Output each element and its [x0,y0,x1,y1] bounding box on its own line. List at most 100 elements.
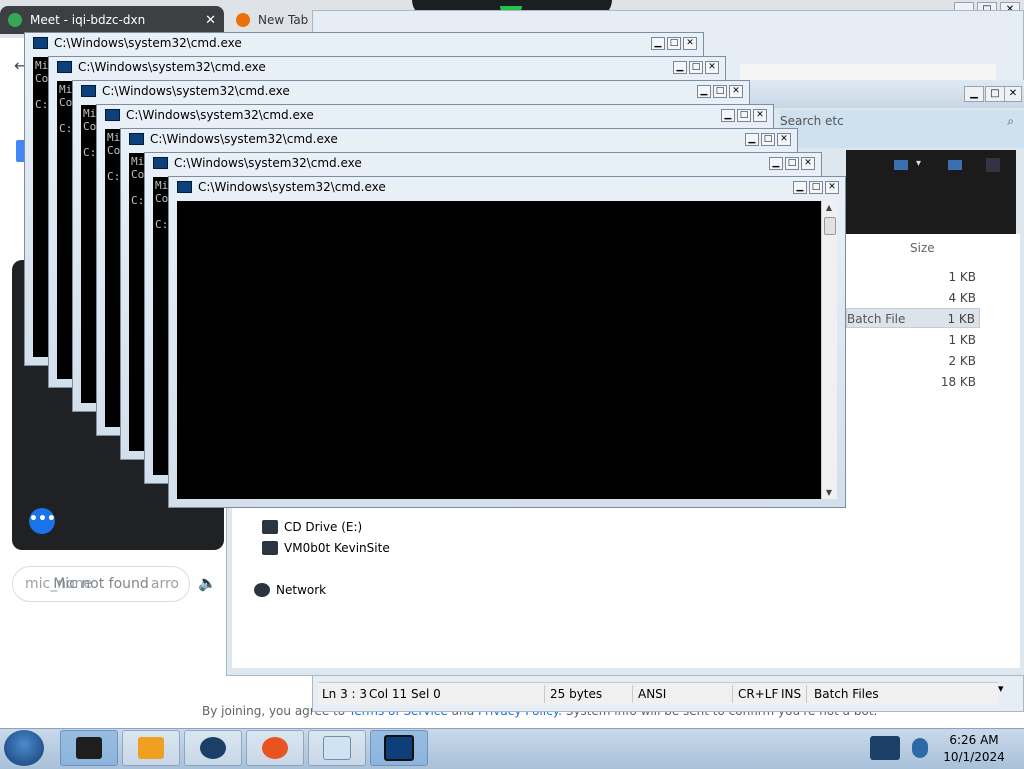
close-button[interactable]: ✕ [825,181,839,194]
search-icon[interactable]: ⌕ [1007,114,1014,129]
close-button[interactable]: ✕ [705,61,719,74]
tab-new-tab[interactable]: New Tab [228,6,318,34]
explorer-toolbar: ▾ [846,150,1016,234]
cmd-titlebar[interactable]: C:\Windows\system32\cmd.exe [33,36,242,50]
maximize-button[interactable]: □ [785,157,799,170]
cmd-icon [57,61,72,73]
minimize-button[interactable]: ▁ [721,109,735,122]
tab-meet[interactable]: Meet - iqi-bdzc-dxn ✕ [0,6,224,34]
taskbar-clock[interactable]: 6:26 AM 10/1/2024 [942,732,1006,766]
file-row[interactable]: 2 KB [846,351,980,371]
more-options-button[interactable]: ••• [29,508,56,534]
taskbar-app-browser[interactable] [184,730,242,766]
close-button[interactable]: ✕ [729,85,743,98]
minimize-button[interactable]: ▁ [651,37,665,50]
cd-drive-icon [262,520,278,534]
cmd-icon [105,109,120,121]
network-drive-icon [262,541,278,555]
cmd-icon [153,157,168,169]
console-output[interactable] [177,201,821,499]
clock-time: 6:26 AM [949,733,999,747]
cmd-title: C:\Windows\system32\cmd.exe [174,156,362,170]
scroll-down-icon[interactable]: ▾ [998,682,1004,695]
close-button[interactable]: ✕ [753,109,767,122]
tray-network-icon[interactable] [912,738,928,758]
start-button[interactable] [4,730,44,766]
file-row-selected[interactable]: Batch File 1 KB [846,308,980,328]
explorer-maximize-button[interactable]: □ [985,86,1005,102]
cmd-titlebar[interactable]: C:\Windows\system32\cmd.exe [57,60,266,74]
taskbar-app-firefox[interactable] [246,730,304,766]
nav-item-network[interactable]: Network [254,580,326,600]
cmd-title: C:\Windows\system32\cmd.exe [126,108,314,122]
file-row[interactable]: 18 KB [846,372,980,392]
file-size: 1 KB [948,333,976,347]
cmd-titlebar[interactable]: C:\Windows\system32\cmd.exe [105,108,314,122]
cmd-icon [177,181,192,193]
view-icon[interactable] [894,160,908,170]
minimize-button[interactable]: ▁ [745,133,759,146]
scroll-down-icon[interactable]: ▼ [822,488,836,497]
minimize-button[interactable]: ▁ [673,61,687,74]
taskbar-app-notepad[interactable] [308,730,366,766]
cmd-titlebar[interactable]: C:\Windows\system32\cmd.exe [81,84,290,98]
speaker-icon[interactable]: 🔈 [198,574,217,592]
close-button[interactable]: ✕ [683,37,697,50]
status-line: Ln 3 : 3 [322,687,368,701]
maximize-button[interactable]: □ [809,181,823,194]
nav-item-label: Network [276,583,327,597]
status-column: Col 11 [369,687,408,701]
scrollbar-thumb[interactable] [824,217,836,235]
tray-vm-icon[interactable] [870,736,900,760]
help-icon[interactable] [986,158,1000,172]
nav-item-label: VM0b0t KevinSite [284,541,390,555]
maximize-button[interactable]: □ [689,61,703,74]
status-line-ending: CR+LF [738,687,779,701]
taskbar-app-virtual-machine[interactable] [60,730,118,766]
cmd-title: C:\Windows\system32\cmd.exe [78,60,266,74]
status-encoding: ANSI [638,687,667,701]
minimize-button[interactable]: ▁ [697,85,711,98]
taskbar-app-media-player[interactable] [122,730,180,766]
cmd-icon [33,37,48,49]
notepad-icon [323,736,351,760]
maximize-button[interactable]: □ [713,85,727,98]
search-input[interactable]: Search etc ⌕ [780,114,1014,132]
cmd-window-active[interactable]: C:\Windows\system32\cmd.exe ▁ □ ✕ ▲ ▼ [168,176,846,508]
nav-item-label: CD Drive (E:) [284,520,363,534]
close-button[interactable]: ✕ [777,133,791,146]
preview-pane-icon[interactable] [948,160,962,170]
taskbar-app-cmd[interactable] [370,730,428,766]
file-row[interactable]: 1 KB [846,330,980,350]
console-scrollbar[interactable]: ▲ ▼ [821,201,837,499]
minimize-button[interactable]: ▁ [769,157,783,170]
virtual-machine-icon [76,737,102,759]
mic-not-found-label: Mic not found [53,576,149,592]
maximize-button[interactable]: □ [737,109,751,122]
firefox-icon [262,737,288,759]
chevron-down-icon[interactable]: ▾ [916,158,921,169]
cmd-icon [81,85,96,97]
close-tab-icon[interactable]: ✕ [205,13,216,28]
cmd-titlebar[interactable]: C:\Windows\system32\cmd.exe [129,132,338,146]
file-row[interactable]: 4 KB [846,288,980,308]
nav-item-network-drive[interactable]: VM0b0t KevinSite [262,538,390,558]
scroll-up-icon[interactable]: ▲ [822,203,836,212]
explorer-minimize-button[interactable]: ▁ [964,86,984,102]
microphone-select[interactable]: mic_none Mic not found arro [12,566,190,602]
nav-item-cd-drive[interactable]: CD Drive (E:) [262,517,362,537]
minimize-button[interactable]: ▁ [793,181,807,194]
cmd-titlebar[interactable]: C:\Windows\system32\cmd.exe [177,180,386,194]
notepad-status-bar: Ln 3 : 3 Col 11 Sel 0 25 bytes ANSI CR+L… [318,682,998,705]
column-header-size[interactable]: Size [910,241,935,255]
close-button[interactable]: ✕ [801,157,815,170]
maximize-button[interactable]: □ [761,133,775,146]
notepad-menu-bar [740,64,996,81]
status-selection: Sel 0 [411,687,441,701]
maximize-button[interactable]: □ [667,37,681,50]
file-row[interactable]: 1 KB [846,267,980,287]
cmd-icon [129,133,144,145]
explorer-close-button[interactable]: ✕ [1004,86,1022,102]
cmd-titlebar[interactable]: C:\Windows\system32\cmd.exe [153,156,362,170]
file-size: 4 KB [948,291,976,305]
